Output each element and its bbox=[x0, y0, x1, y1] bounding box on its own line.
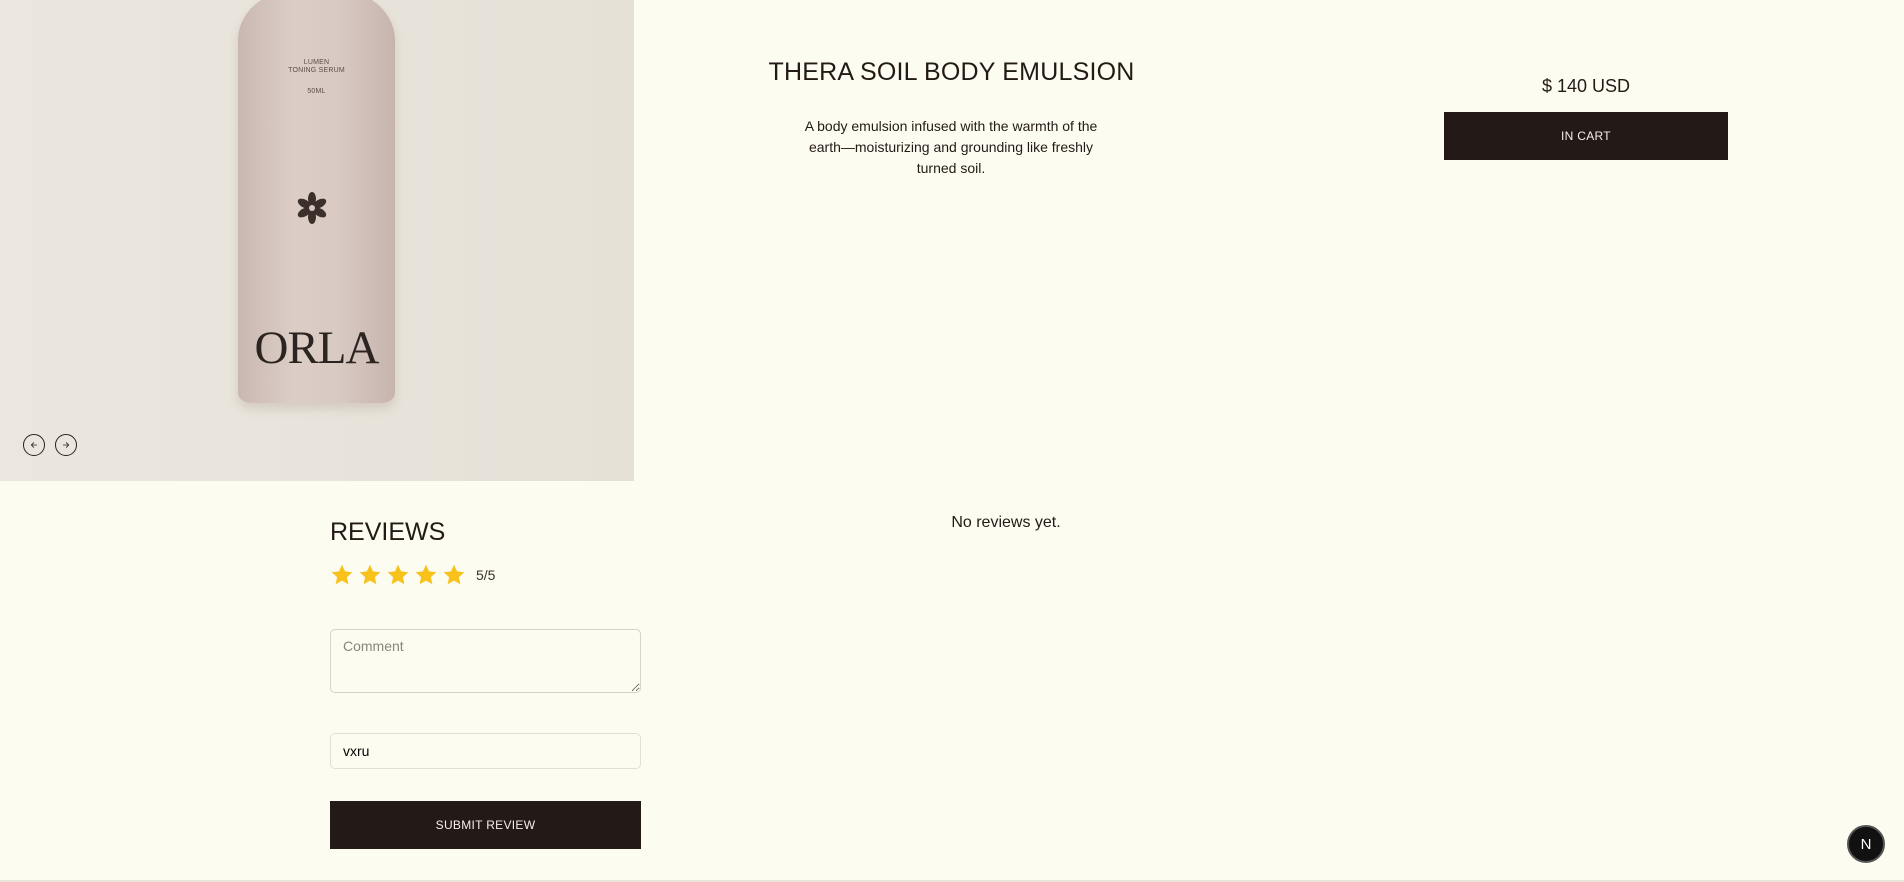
star-icon[interactable] bbox=[386, 563, 410, 587]
bottle-label-line1: LUMEN bbox=[303, 59, 330, 66]
gallery-next-button[interactable] bbox=[55, 434, 77, 456]
comment-field[interactable] bbox=[330, 629, 641, 693]
arrow-left-icon bbox=[30, 442, 38, 448]
empty-reviews-message: No reviews yet. bbox=[951, 514, 1061, 531]
star-icon[interactable] bbox=[414, 563, 438, 587]
star-rating: 5/5 bbox=[330, 563, 495, 587]
product-bottle-image: LUMEN TONING SERUM 50ML ORLA bbox=[238, 0, 395, 403]
bottle-brand-logo: ORLA bbox=[254, 322, 380, 374]
flower-mark-icon bbox=[297, 192, 327, 224]
dev-tools-badge[interactable]: N bbox=[1847, 825, 1885, 863]
reviews-heading: REVIEWS bbox=[330, 518, 446, 546]
bottle-label-volume: 50ML bbox=[307, 88, 326, 95]
bottle-label-line2: TONING SERUM bbox=[288, 67, 345, 74]
rating-text: 5/5 bbox=[476, 567, 496, 583]
product-price: $ 140 USD bbox=[1541, 76, 1631, 96]
star-icon[interactable] bbox=[358, 563, 382, 587]
submit-review-button[interactable]: SUBMIT REVIEW bbox=[330, 801, 641, 849]
in-cart-button[interactable]: IN CART bbox=[1444, 112, 1728, 160]
star-icon[interactable] bbox=[442, 563, 466, 587]
arrow-right-icon bbox=[62, 442, 70, 448]
reviewer-name-field[interactable] bbox=[330, 733, 641, 769]
product-title: THERA SOIL BODY EMULSION bbox=[768, 58, 1135, 86]
star-icon[interactable] bbox=[330, 563, 354, 587]
product-page: LUMEN TONING SERUM 50ML ORLA THERA SOIL … bbox=[0, 0, 1904, 882]
product-description: A body emulsion infused with the warmth … bbox=[804, 118, 1098, 176]
product-image-gallery: LUMEN TONING SERUM 50ML ORLA bbox=[0, 0, 634, 481]
gallery-prev-button[interactable] bbox=[23, 434, 45, 456]
